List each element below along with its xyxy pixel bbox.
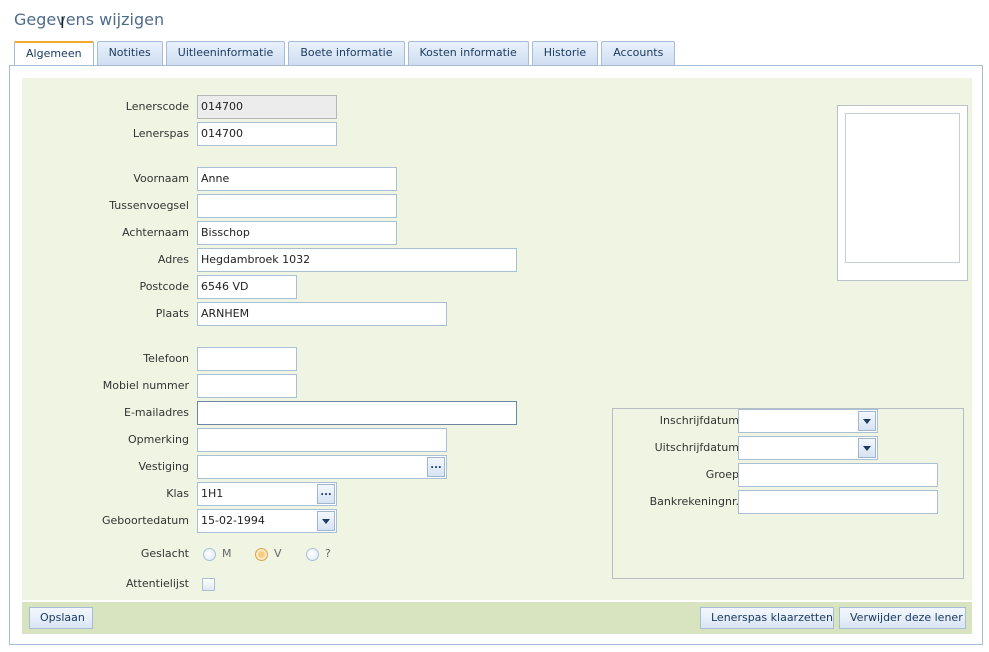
geslacht-radio-m[interactable] bbox=[203, 548, 216, 561]
tab-bar: Algemeen Notities Uitleeninformatie Boet… bbox=[14, 41, 678, 67]
vestiging-field[interactable]: ... bbox=[197, 455, 447, 479]
tab-accounts[interactable]: Accounts bbox=[601, 41, 676, 65]
tab-uitleeninformatie[interactable]: Uitleeninformatie bbox=[165, 41, 286, 65]
email-label: E-mailadres bbox=[124, 406, 189, 419]
achternaam-label: Achternaam bbox=[122, 226, 189, 239]
tab-algemeen[interactable]: Algemeen bbox=[14, 41, 94, 67]
adres-label: Adres bbox=[157, 253, 189, 266]
opmerking-label: Opmerking bbox=[127, 433, 189, 446]
voornaam-label: Voornaam bbox=[133, 172, 189, 185]
delete-borrower-button[interactable]: Verwijder deze lener bbox=[839, 607, 966, 629]
photo-placeholder bbox=[845, 113, 960, 263]
geslacht-radio-unknown[interactable] bbox=[306, 548, 319, 561]
plaats-label: Plaats bbox=[155, 307, 189, 320]
save-button[interactable]: Opslaan bbox=[29, 607, 93, 629]
geboortedatum-label: Geboortedatum bbox=[101, 514, 189, 527]
geboortedatum-dropdown-button[interactable] bbox=[317, 511, 335, 531]
chevron-down-icon bbox=[322, 518, 330, 524]
lenerscode-label: Lenerscode bbox=[125, 100, 189, 113]
klas-picker-button[interactable]: ... bbox=[317, 484, 335, 504]
button-bar: Opslaan Lenerspas klaarzetten Verwijder … bbox=[22, 602, 972, 634]
inschrijfdatum-dropdown-button[interactable] bbox=[858, 411, 876, 431]
geslacht-radio-v[interactable] bbox=[255, 548, 268, 561]
klas-value: 1H1 bbox=[201, 487, 224, 500]
inschrijfdatum-label: Inschrijfdatum bbox=[659, 414, 739, 427]
bankrekening-label: Bankrekeningnr. bbox=[649, 495, 739, 508]
lenerspas-field[interactable]: 014700 bbox=[197, 122, 337, 146]
chevron-down-icon bbox=[863, 445, 871, 451]
klas-field[interactable]: 1H1 ... bbox=[197, 482, 337, 506]
text-cursor-icon: I bbox=[60, 13, 65, 32]
vestiging-picker-button[interactable]: ... bbox=[427, 457, 445, 477]
lenerscode-field[interactable]: 014700 bbox=[197, 95, 337, 119]
achternaam-field[interactable]: Bisschop bbox=[197, 221, 397, 245]
lenerspas-label: Lenerspas bbox=[132, 127, 189, 140]
bankrekening-field[interactable] bbox=[738, 490, 938, 514]
opmerking-field[interactable] bbox=[197, 428, 447, 452]
ellipsis-icon: ... bbox=[320, 486, 332, 498]
geboortedatum-value: 15-02-1994 bbox=[201, 514, 265, 527]
postcode-label: Postcode bbox=[139, 280, 189, 293]
groep-field[interactable] bbox=[738, 463, 938, 487]
mobiel-field[interactable] bbox=[197, 374, 297, 398]
plaats-field[interactable]: ARNHEM bbox=[197, 302, 447, 326]
tab-panel: Lenerscode 014700 Lenerspas 014700 Voorn… bbox=[9, 65, 983, 645]
groep-label: Groep bbox=[705, 468, 739, 481]
photo-frame[interactable] bbox=[837, 105, 968, 281]
uitschrijfdatum-field[interactable] bbox=[738, 436, 878, 460]
uitschrijfdatum-label: Uitschrijfdatum bbox=[654, 441, 739, 454]
voornaam-field[interactable]: Anne bbox=[197, 167, 397, 191]
reset-pass-button[interactable]: Lenerspas klaarzetten bbox=[700, 607, 834, 629]
postcode-field[interactable]: 6546 VD bbox=[197, 275, 297, 299]
telefoon-field[interactable] bbox=[197, 347, 297, 371]
uitschrijfdatum-dropdown-button[interactable] bbox=[858, 438, 876, 458]
geslacht-option-v: V bbox=[274, 547, 282, 560]
attentielijst-checkbox[interactable] bbox=[202, 578, 215, 591]
chevron-down-icon bbox=[863, 418, 871, 424]
mobiel-label: Mobiel nummer bbox=[102, 379, 189, 392]
inschrijfdatum-field[interactable] bbox=[738, 409, 878, 433]
geslacht-option-m: M bbox=[222, 547, 232, 560]
tab-notities[interactable]: Notities bbox=[96, 41, 163, 65]
geslacht-option-unknown: ? bbox=[325, 547, 331, 560]
geslacht-label: Geslacht bbox=[140, 547, 189, 560]
adres-field[interactable]: Hegdambroek 1032 bbox=[197, 248, 517, 272]
ellipsis-icon: ... bbox=[430, 459, 442, 471]
tussenvoegsel-field[interactable] bbox=[197, 194, 397, 218]
telefoon-label: Telefoon bbox=[143, 352, 189, 365]
vestiging-label: Vestiging bbox=[138, 460, 189, 473]
tussenvoegsel-label: Tussenvoegsel bbox=[109, 199, 189, 212]
klas-label: Klas bbox=[166, 487, 189, 500]
tab-historie[interactable]: Historie bbox=[531, 41, 599, 65]
attentielijst-label: Attentielijst bbox=[125, 577, 189, 590]
tab-kosten-informatie[interactable]: Kosten informatie bbox=[407, 41, 529, 65]
geboortedatum-field[interactable]: 15-02-1994 bbox=[197, 509, 337, 533]
form-area: Lenerscode 014700 Lenerspas 014700 Voorn… bbox=[22, 78, 972, 600]
page-title: Gegevens wijzigen bbox=[14, 10, 165, 29]
tab-boete-informatie[interactable]: Boete informatie bbox=[288, 41, 405, 65]
email-field[interactable] bbox=[197, 401, 517, 425]
